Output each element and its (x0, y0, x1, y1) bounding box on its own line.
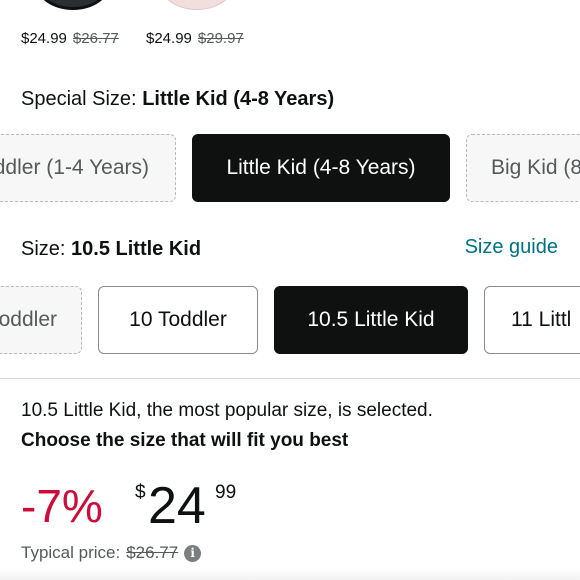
typical-price-value: $26.77 (126, 543, 179, 562)
size-guide-link[interactable]: Size guide (465, 236, 558, 259)
swatch-price: $24.99 $26.77 (21, 30, 119, 47)
special-size-label: Special Size: Little Kid (4-8 Years) (21, 88, 335, 110)
info-icon[interactable]: i (184, 544, 202, 562)
special-size-option-toddler[interactable]: ddler (1-4 Years) (0, 134, 176, 202)
size-option-10-5-little-kid[interactable]: 10.5 Little Kid (274, 286, 468, 354)
swatch-price-current: $24.99 (21, 30, 67, 47)
size-label: Size: 10.5 Little Kid (21, 238, 202, 260)
discount-percent: -7% (21, 480, 103, 532)
swatch-price-current: $24.99 (146, 30, 192, 47)
typical-price: Typical price: $26.77 i (21, 543, 202, 563)
swatch-price: $24.99 $29.97 (146, 30, 244, 47)
color-swatch[interactable] (160, 0, 234, 10)
price-whole: 24 (148, 477, 206, 535)
price-fraction: 99 (215, 482, 237, 503)
typical-price-label: Typical price: (21, 543, 121, 562)
size-option-10-toddler[interactable]: 10 Toddler (98, 286, 258, 354)
product-options-panel: $24.99 $26.77 $24.99 $29.97 Special Size: … (0, 0, 580, 580)
size-fit-prompt: Choose the size that will fit you best (21, 430, 349, 451)
size-option-toddler[interactable]: oddler (0, 286, 82, 354)
color-swatch-selected[interactable] (36, 0, 110, 10)
special-size-selected: Little Kid (4-8 Years) (142, 88, 335, 110)
special-size-option-little-kid[interactable]: Little Kid (4-8 Years) (192, 134, 450, 202)
section-divider (0, 378, 580, 379)
swatch-price-list: $26.77 (72, 30, 119, 47)
price-currency-symbol: $ (135, 482, 146, 503)
bottom-shade (0, 568, 580, 580)
size-selected: 10.5 Little Kid (71, 238, 202, 260)
swatch-price-list: $29.97 (197, 30, 244, 47)
size-selection-message: 10.5 Little Kid, the most popular size, … (21, 400, 433, 421)
special-size-option-big-kid[interactable]: Big Kid (8 (466, 134, 580, 202)
size-option-11-little-kid[interactable]: 11 Littl (484, 286, 580, 354)
